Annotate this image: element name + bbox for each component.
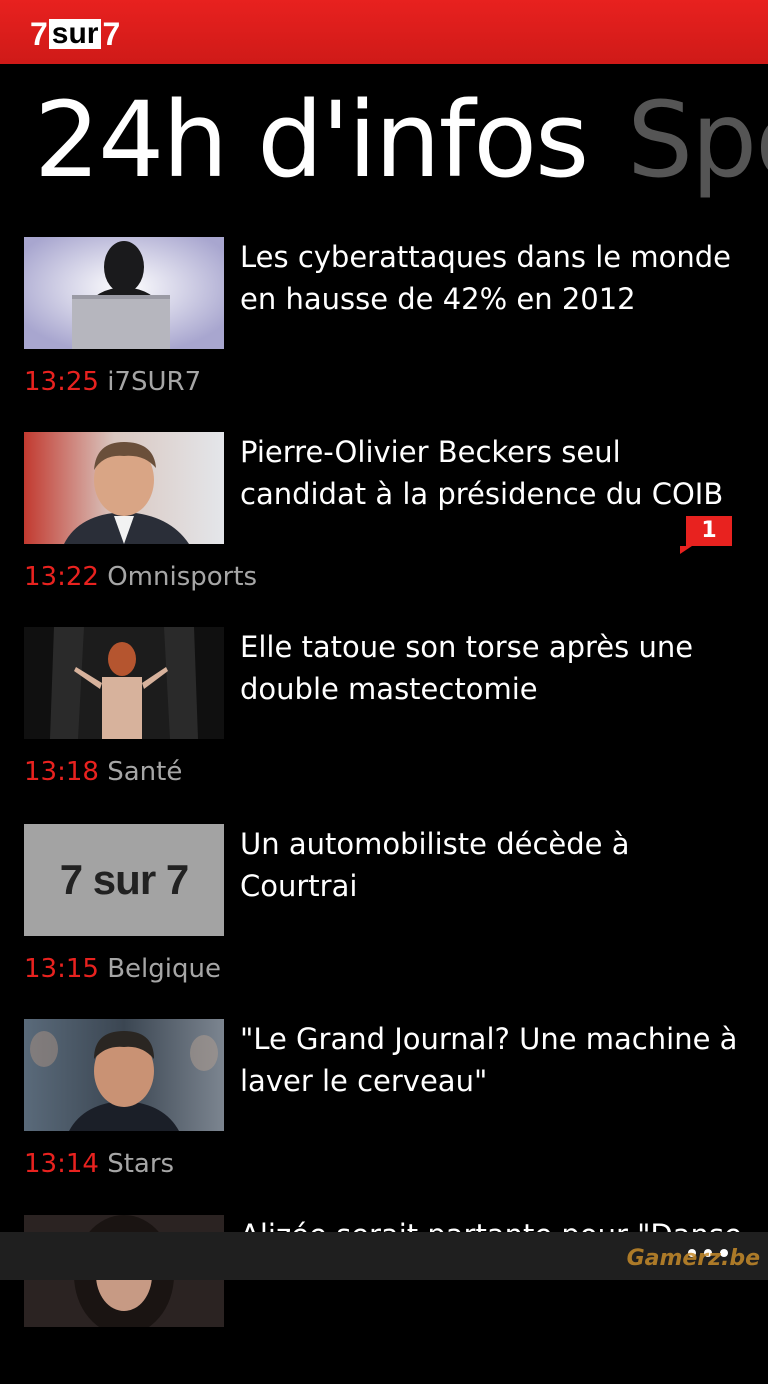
- article-time: 13:15: [24, 954, 99, 984]
- article-category: Stars: [107, 1149, 175, 1179]
- list-item[interactable]: Les cyberattaques dans le monde en hauss…: [0, 236, 768, 406]
- logo-text-mid: sur: [48, 19, 102, 49]
- list-item[interactable]: Elle tatoue son torse après une double m…: [0, 626, 768, 796]
- pivot-item-sport[interactable]: Sport: [627, 80, 768, 200]
- article-time: 13:14: [24, 1149, 99, 1179]
- article-category: Omnisports: [107, 562, 258, 592]
- article-headline: Elle tatoue son torse après une double m…: [240, 630, 694, 706]
- app-logo: 7 sur 7: [30, 16, 120, 52]
- comment-count-badge[interactable]: 1: [680, 516, 732, 554]
- comment-count: 1: [686, 516, 732, 546]
- article-thumbnail: [24, 237, 224, 349]
- top-bar: 7 sur 7: [0, 0, 768, 64]
- logo-text-right: 7: [102, 16, 121, 52]
- article-thumbnail: [24, 627, 224, 739]
- article-meta: 13:14 Stars: [24, 1146, 174, 1182]
- article-time: 13:22: [24, 562, 99, 592]
- article-category: Santé: [107, 757, 183, 787]
- article-category: Belgique: [107, 954, 221, 984]
- pivot-item-24h[interactable]: 24h d'infos: [34, 80, 589, 200]
- article-meta: 13:18 Santé: [24, 754, 182, 790]
- article-headline: "Le Grand Journal? Une machine à laver l…: [240, 1022, 738, 1098]
- article-meta: 13:22 Omnisports: [24, 559, 257, 595]
- article-category: i7SUR7: [107, 367, 202, 397]
- article-thumbnail: [24, 432, 224, 544]
- list-item[interactable]: Pierre-Olivier Beckers seul candidat à l…: [0, 431, 768, 601]
- list-item[interactable]: "Le Grand Journal? Une machine à laver l…: [0, 1018, 768, 1188]
- logo-text-left: 7: [30, 16, 48, 52]
- article-headline: Les cyberattaques dans le monde en hauss…: [240, 240, 731, 316]
- article-thumbnail: [24, 1019, 224, 1131]
- article-headline: Pierre-Olivier Beckers seul candidat à l…: [240, 435, 724, 511]
- pivot-header: 24h d'infos Sport: [34, 80, 768, 200]
- article-time: 13:25: [24, 367, 99, 397]
- article-meta: 13:15 Belgique: [24, 951, 221, 987]
- article-thumbnail: 7 sur 7: [24, 824, 224, 936]
- article-meta: 13:25 i7SUR7: [24, 364, 201, 400]
- speech-bubble-tail-icon: [680, 546, 692, 554]
- article-time: 13:18: [24, 757, 99, 787]
- list-item[interactable]: 7 sur 7 Un automobiliste décède à Courtr…: [0, 823, 768, 993]
- placeholder-logo-text: 7 sur 7: [59, 856, 189, 903]
- article-headline: Un automobiliste décède à Courtrai: [240, 827, 630, 903]
- watermark: Gamerz.be: [626, 1246, 760, 1271]
